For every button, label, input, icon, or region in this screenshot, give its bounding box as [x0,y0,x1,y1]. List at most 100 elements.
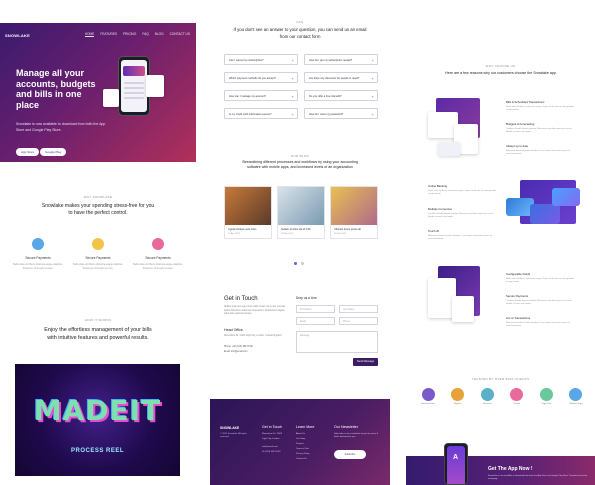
credit-card-icon [552,188,580,206]
partner-logo-icon [480,388,494,401]
post-title[interactable]: Ligula tristique quis risus [225,225,271,233]
faq-item[interactable]: Are there any discounts for people in ne… [304,72,378,83]
section-tag: HOW IT WORKS [84,318,112,322]
message-field[interactable]: Message [296,331,378,353]
faq-item[interactable]: How do I get my subscription receipt? [304,54,378,65]
why-item-title: Always up to date [506,144,529,148]
why-item-title: Multiple Currencies [428,207,452,211]
form-title: Drop us a Line [296,296,317,300]
partner-name: Ganesha [482,403,492,405]
illustration-card [438,142,460,156]
blog-tag: OUR BLOG [290,154,310,158]
first-name-field[interactable]: First Name [296,305,335,313]
nav-faq[interactable]: FAQ [142,32,148,37]
last-name-field[interactable]: Last Name [339,305,378,313]
footer-newsletter-desc: Subscribe to our newsletter to get our n… [334,433,379,439]
footer-contact-item: Light City, London [262,438,280,440]
get-app-banner: Get The App Now ! Snowlake is now availa… [406,456,595,485]
why-item-desc: Nulla vitae elit libero, a pharetra augu… [428,190,496,196]
google-play-button[interactable]: Google Play [40,148,67,156]
partner-logo: Dreamcatcher [416,388,440,405]
why-item-title: List of Transactions [506,316,531,320]
faq-item[interactable]: Is my credit card information secure? [224,108,298,119]
faq-item[interactable]: Which payment methods do you accept? [224,72,298,83]
phone-line [124,97,144,99]
blog-post[interactable]: Nullam id dolor elit id nibh 29 Mar 2022 [277,186,325,239]
why-item-desc: Maecenas faucibus mollis interdum. Cras … [506,150,570,156]
office-phone: Phone: +00 (123) 456 78 90 [224,346,253,348]
footer-learn-title: Learn More [296,425,315,429]
blog-post[interactable]: Ultricies fusce porta elit 26 Feb 2022 [330,186,378,239]
nav-features[interactable]: FEATURES [100,32,117,37]
partner-name: Dreamcatcher [421,403,435,405]
post-date: 29 Mar 2022 [281,232,294,235]
why-item: Online Banking Nulla vitae elit libero, … [428,184,496,196]
phone-line [124,82,144,84]
section-title: Enjoy the effortless management of your … [44,327,152,341]
partner-logo-icon [539,388,553,401]
nav-contact[interactable]: CONTACT US [170,32,190,37]
site-logo[interactable]: SNOWLAKE [5,33,30,38]
cards-illustration [506,180,582,236]
phone-card [123,66,145,76]
process-reel-video[interactable]: MADEIT PROCESS REEL [15,364,180,476]
reel-graphic-text: MADEIT [33,394,162,427]
faq-blog-contact-preview: FAQ If you don't see an answer to your q… [210,0,390,485]
why-item-desc: Curabitur blandit tempus porttitor. Maec… [428,213,494,219]
post-title[interactable]: Ultricies fusce porta elit [331,225,377,233]
partner-logo: Skydive [446,388,470,405]
illustration-card [452,296,474,322]
reel-caption: PROCESS REEL [70,448,124,454]
feature-item: Secure Payments Nulla vitae elit libero … [12,238,64,270]
app-store-button[interactable]: App Store [16,148,40,156]
nav-pricing[interactable]: PRICING [123,32,136,37]
faq-grid: Can I cancel my subscription? How do I g… [224,54,378,119]
faq-tag: FAQ [296,20,304,24]
partner-name: Yoga Tree [541,403,552,405]
faq-item[interactable]: Can I cancel my subscription? [224,54,298,65]
post-image [331,187,377,225]
partner-name: Panda [513,403,520,405]
feature-title: Secure Payments [85,256,111,260]
footer-link[interactable]: Contact Us [296,457,307,463]
partner-logos: Dreamcatcher Skydive Ganesha Panda Yoga … [416,388,588,405]
carousel-dot[interactable] [301,262,304,265]
why-item-desc: Maecenas faucibus mollis interdum. Cras … [506,322,570,328]
feature-desc: Nulla vitae elit libero pharetra augue d… [12,263,64,270]
nav-home[interactable]: HOME [84,32,95,37]
post-title[interactable]: Nullam id dolor elit id nibh [278,225,324,233]
carousel-dot[interactable] [294,262,297,265]
app-phone-screen: A [447,446,465,484]
email-field[interactable]: Email [296,317,335,325]
subscribe-button[interactable]: Subscribe [334,450,366,459]
nav-blog[interactable]: BLOG [155,32,164,37]
partner-logo: Ganesha [475,388,499,405]
feature-title: Secure Payments [25,256,51,260]
footer-newsletter-title: Our Newsletter [334,425,358,429]
feature-desc: Nulla vitae elit libero pharetra augue d… [72,263,124,270]
post-date: 14 Apr 2022 [228,232,240,235]
send-message-button[interactable]: Send Message [353,358,378,366]
partner-name: Skydive [453,403,462,405]
faq-item[interactable]: How do I reset my password? [304,108,378,119]
phone-field[interactable]: Phone [339,317,378,325]
office-email[interactable]: Email: info@email.com [224,351,294,353]
footer-logo[interactable]: SNOWLAKE [220,426,239,430]
faq-title: If you don't see an answer to your quest… [233,27,367,39]
blog-post[interactable]: Ligula tristique quis risus 14 Apr 2022 [224,186,272,239]
app-logo-icon: A [453,454,459,461]
faq-item[interactable]: How can I manage my account? [224,90,298,101]
credit-card-icon [530,204,560,224]
footer-copyright: © 2022 Snowlake. All rights reserved. [220,433,247,439]
hero-section: SNOWLAKE HOME FEATURES PRICING FAQ BLOG … [0,23,196,162]
why-item: Bills & Scheduled Transactions Nulla vit… [506,100,574,112]
faq-item[interactable]: Do you offer a free trial edit? [304,90,378,101]
partners-title: TRUSTED BY OVER 5000 CLIENTS [471,377,530,381]
why-item-desc: Curabitur blandit tempus porttitor. Maec… [506,128,572,134]
why-title: Here are a few reasons why our customers… [445,71,557,75]
contact-text: Nullam quis risus eget urna mollis ornar… [224,306,286,316]
why-item-title: Online Banking [428,184,447,188]
phone-illustration [424,266,484,332]
app-phone-mockup: A [444,443,468,485]
why-item: Budgets & Forecasting Curabitur blandit … [506,122,574,134]
